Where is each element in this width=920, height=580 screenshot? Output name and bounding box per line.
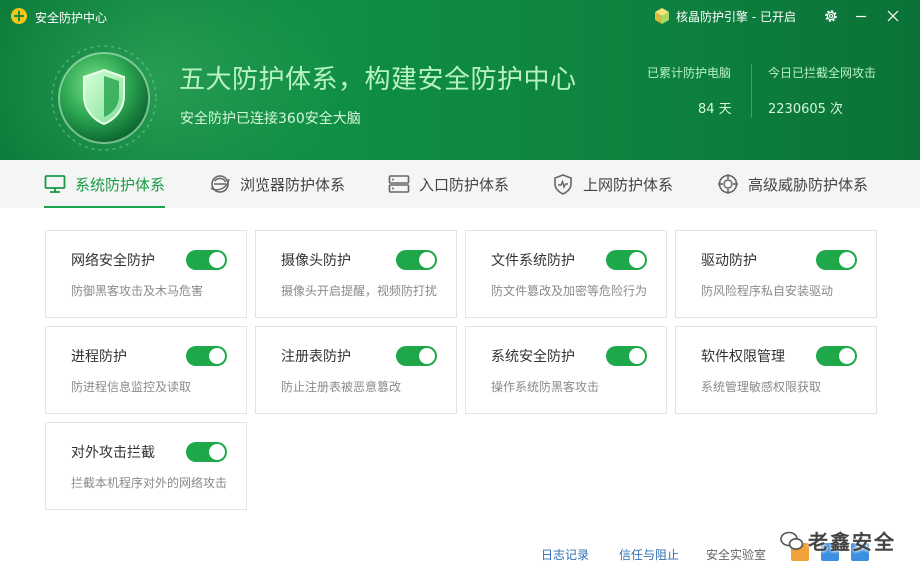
shield-pulse-icon xyxy=(552,173,574,195)
tab-label: 高级威胁防护体系 xyxy=(748,175,869,194)
protection-card-registry: 注册表防护 防止注册表被恶意篡改 xyxy=(255,326,457,414)
engine-status-text: 核晶防护引擎 - 已开启 xyxy=(676,9,796,24)
title-bar: 安全防护中心 核晶防护引擎 - 已开启 xyxy=(0,0,920,32)
shield-globe-icon xyxy=(51,45,157,151)
close-button[interactable] xyxy=(883,6,903,26)
tab-bar: 系统防护体系 浏览器防护体系 入口防护体系 上网防护体系 高级威胁防护体系 xyxy=(0,160,920,208)
close-icon xyxy=(887,10,899,22)
tab-label: 入口防护体系 xyxy=(419,175,510,194)
app-title: 安全防护中心 xyxy=(35,11,108,25)
stat-label: 已累计防护电脑 xyxy=(647,66,732,80)
toggle-switch[interactable] xyxy=(186,442,227,462)
protection-card-network: 网络安全防护 防御黑客攻击及木马危害 xyxy=(45,230,247,318)
protection-card-permissions: 软件权限管理 系统管理敏感权限获取 xyxy=(675,326,877,414)
security-lab-link[interactable]: 安全实验室 xyxy=(706,546,766,563)
log-records-link[interactable]: 日志记录 xyxy=(541,546,589,563)
tab-label: 系统防护体系 xyxy=(75,175,166,194)
stat-blocked-attacks: 今日已拦截全网攻击 2230605 次 xyxy=(768,64,876,117)
tab-advanced-threat-protection[interactable]: 高级威胁防护体系 xyxy=(717,160,868,208)
card-title: 文件系统防护 xyxy=(491,253,575,269)
tab-label: 上网防护体系 xyxy=(583,175,674,194)
watermark-text: 老鑫安全 xyxy=(808,530,896,554)
monitor-icon xyxy=(44,173,66,195)
card-description: 摄像头开启提醒，视频防打扰 xyxy=(281,284,438,298)
tab-system-protection[interactable]: 系统防护体系 xyxy=(44,160,166,208)
protection-card-process: 进程防护 防进程信息监控及读取 xyxy=(45,326,247,414)
protection-card-driver: 驱动防护 防风险程序私自安装驱动 xyxy=(675,230,877,318)
toggle-switch[interactable] xyxy=(186,346,227,366)
tab-label: 浏览器防护体系 xyxy=(240,175,346,194)
target-icon xyxy=(717,173,739,195)
minimize-icon xyxy=(856,15,866,18)
browser-icon xyxy=(209,173,231,195)
card-title: 驱动防护 xyxy=(701,253,757,269)
card-title: 网络安全防护 xyxy=(71,253,155,269)
card-description: 防文件篡改及加密等危险行为 xyxy=(491,284,648,298)
hero-title: 五大防护体系，构建安全防护中心 xyxy=(179,65,577,95)
wechat-icon xyxy=(780,531,804,550)
stat-divider xyxy=(751,64,752,118)
settings-button[interactable] xyxy=(821,6,841,26)
toggle-switch[interactable] xyxy=(816,250,857,270)
protection-card-camera: 摄像头防护 摄像头开启提醒，视频防打扰 xyxy=(255,230,457,318)
toggle-switch[interactable] xyxy=(816,346,857,366)
card-description: 拦截本机程序对外的网络攻击 xyxy=(71,476,228,490)
minimize-button[interactable] xyxy=(851,6,871,26)
stat-protected-days: 已累计防护电脑 84 天 xyxy=(647,64,732,117)
trust-block-link[interactable]: 信任与阻止 xyxy=(619,546,679,563)
stat-value: 2230605 次 xyxy=(768,102,844,117)
card-title: 摄像头防护 xyxy=(281,253,351,269)
toggle-switch[interactable] xyxy=(396,346,437,366)
gear-icon xyxy=(825,10,837,22)
toggle-switch[interactable] xyxy=(396,250,437,270)
card-description: 系统管理敏感权限获取 xyxy=(701,380,822,394)
cube-icon xyxy=(655,8,669,24)
stat-label: 今日已拦截全网攻击 xyxy=(768,66,877,80)
protection-card-system-security: 系统安全防护 操作系统防黑客攻击 xyxy=(465,326,667,414)
toggle-switch[interactable] xyxy=(606,346,647,366)
card-title: 对外攻击拦截 xyxy=(71,445,155,461)
card-title: 注册表防护 xyxy=(281,349,351,365)
card-description: 防御黑客攻击及木马危害 xyxy=(71,284,204,298)
server-icon xyxy=(388,173,410,195)
card-description: 操作系统防黑客攻击 xyxy=(491,380,600,394)
tab-browser-protection[interactable]: 浏览器防护体系 xyxy=(209,160,345,208)
stat-value: 84 天 xyxy=(698,102,732,117)
app-logo-icon xyxy=(11,8,27,24)
toggle-switch[interactable] xyxy=(186,250,227,270)
watermark: 老鑫安全 xyxy=(780,526,896,555)
card-description: 防止注册表被恶意篡改 xyxy=(281,380,402,394)
header-banner: 安全防护中心 核晶防护引擎 - 已开启 五大防护体系，构建安全防护中心 安全防护… xyxy=(0,0,920,160)
card-description: 防风险程序私自安装驱动 xyxy=(701,284,834,298)
engine-status-badge[interactable]: 核晶防护引擎 - 已开启 xyxy=(654,6,796,26)
protection-card-filesystem: 文件系统防护 防文件篡改及加密等危险行为 xyxy=(465,230,667,318)
protection-card-outbound-attack: 对外攻击拦截 拦截本机程序对外的网络攻击 xyxy=(45,422,247,510)
card-title: 软件权限管理 xyxy=(701,349,785,365)
tab-internet-protection[interactable]: 上网防护体系 xyxy=(552,160,673,208)
card-description: 防进程信息监控及读取 xyxy=(71,380,192,394)
card-title: 进程防护 xyxy=(71,349,127,365)
tab-entry-protection[interactable]: 入口防护体系 xyxy=(388,160,509,208)
card-title: 系统安全防护 xyxy=(491,349,575,365)
hero-subtitle: 安全防护已连接360安全大脑 xyxy=(180,111,361,127)
toggle-switch[interactable] xyxy=(606,250,647,270)
